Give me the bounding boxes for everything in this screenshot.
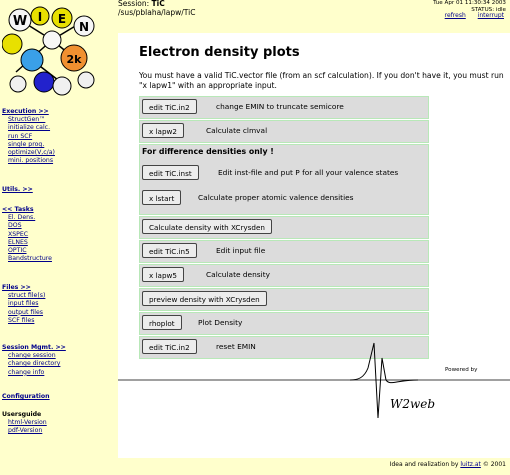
nav-optic[interactable]: OPTIC xyxy=(2,247,52,255)
footer-credit: Idea and realization by luitz.at © 2001 xyxy=(118,458,510,475)
step-row: x lapw5 Calculate density xyxy=(139,264,429,287)
nav-execution-head[interactable]: Execution >> xyxy=(2,108,55,116)
nav-initialize[interactable]: initialize calc. xyxy=(2,124,55,132)
intro-text: You must have a valid TiC.vector file (f… xyxy=(139,71,504,90)
nav-xspec[interactable]: XSPEC xyxy=(2,231,52,239)
svg-text:E: E xyxy=(58,12,66,26)
nav-utils: Utils. >> xyxy=(2,186,33,194)
nav-tasks-head[interactable]: << Tasks xyxy=(2,206,52,214)
nav-scf-files[interactable]: SCF files xyxy=(2,317,45,325)
session-info: Session: TiC /sus/pblaha/lapw/TiC xyxy=(118,0,195,17)
page-title: Electron density plots xyxy=(139,45,300,60)
wien2k-logo[interactable]: W I E N 2k xyxy=(2,2,102,100)
header: Session: TiC /sus/pblaha/lapw/TiC Tue Ap… xyxy=(118,0,510,30)
nav-run-scf[interactable]: run SCF xyxy=(2,133,55,141)
nav-execution: Execution >> StructGen™ initialize calc.… xyxy=(2,108,55,165)
nav-html-version[interactable]: html-Version xyxy=(2,419,47,427)
steps-list: edit TiC.in2 change EMIN to truncate sem… xyxy=(139,96,429,360)
step-row: Calculate density with XCrysden xyxy=(139,216,429,239)
step-desc: Edit input file xyxy=(216,246,266,255)
step-desc: Plot Density xyxy=(198,318,243,327)
nav-output-files[interactable]: output files xyxy=(2,309,45,317)
sidebar: W I E N 2k Execution >> StructGen™ initi… xyxy=(0,0,109,475)
nav-usersguide-head: Usersguide xyxy=(2,411,42,418)
nav-utils-head[interactable]: Utils. >> xyxy=(2,186,33,194)
step-row: edit TiC.in5 Edit input file xyxy=(139,240,429,263)
header-links: refresh interrupt xyxy=(435,12,504,19)
edit-in5-button[interactable]: edit TiC.in5 xyxy=(142,243,197,258)
nav-bandstructure[interactable]: Bandstructure xyxy=(2,255,52,263)
nav-files-head[interactable]: Files >> xyxy=(2,284,45,292)
x-lstart-button[interactable]: x lstart xyxy=(142,190,182,205)
svg-text:W: W xyxy=(13,14,27,29)
nav-dos[interactable]: DOS xyxy=(2,222,52,230)
step-row: x lapw2 Calculate clmval xyxy=(139,120,429,143)
nav-pdf-version[interactable]: pdf-Version xyxy=(2,427,47,435)
nav-input-files[interactable]: input files xyxy=(2,300,45,308)
session-path: /sus/pblaha/lapw/TiC xyxy=(118,7,196,17)
difference-note: For difference densities only ! xyxy=(142,147,274,156)
step-row: rhoplot Plot Density xyxy=(139,312,429,335)
powered-by: Powered by xyxy=(445,367,478,373)
nav-struct-files[interactable]: struct file(s) xyxy=(2,292,45,300)
nav-tasks: << Tasks El. Dens. DOS XSPEC ELNES OPTIC… xyxy=(2,206,52,263)
edit-in2-button[interactable]: edit TiC.in2 xyxy=(142,99,197,114)
nav-configuration-head[interactable]: Configuration xyxy=(2,393,50,401)
step-row: edit TiC.inst Edit inst-file and put P f… xyxy=(140,163,428,184)
x-lapw5-button[interactable]: x lapw5 xyxy=(142,267,184,282)
nav-el-dens[interactable]: El. Dens. xyxy=(2,214,52,222)
rhoplot-button[interactable]: rhoplot xyxy=(142,315,182,330)
svg-text:N: N xyxy=(79,20,89,34)
step-desc: Calculate density xyxy=(206,270,270,279)
nav-mini-positions[interactable]: mini. positions xyxy=(2,157,55,165)
step-desc: Calculate clmval xyxy=(206,126,268,135)
refresh-link[interactable]: refresh xyxy=(445,12,466,19)
main-panel: Electron density plots You must have a v… xyxy=(118,33,510,458)
step-desc: Edit inst-file and put P for all your va… xyxy=(218,168,399,177)
difference-densities-box: For difference densities only ! edit TiC… xyxy=(139,144,429,215)
step-row: preview density with XCrysden xyxy=(139,288,429,311)
nav-configuration: Configuration xyxy=(2,393,50,401)
nav-change-info[interactable]: change info xyxy=(2,369,66,377)
step-desc: Calculate proper atomic valence densitie… xyxy=(198,193,354,202)
w2web-wave-logo: W2web xyxy=(118,342,510,419)
xcrysden-preview-button[interactable]: preview density with XCrysden xyxy=(142,291,267,306)
footer-copyright: © 2001 xyxy=(482,461,506,468)
w2web-brand: W2web xyxy=(390,397,435,411)
x-lapw2-button[interactable]: x lapw2 xyxy=(142,123,184,138)
nav-single-prog[interactable]: single prog. xyxy=(2,141,55,149)
edit-inst-button[interactable]: edit TiC.inst xyxy=(142,165,199,180)
footer-credit-text: Idea and realization by xyxy=(389,461,459,468)
nav-optimize[interactable]: optimize(V,c/a) xyxy=(2,149,55,157)
interrupt-link[interactable]: interrupt xyxy=(478,12,504,19)
nav-usersguide: Usersguide html-Version pdf-Version xyxy=(2,411,47,436)
nav-session-mgmt: Session Mgmt. >> change session change d… xyxy=(2,344,66,377)
nav-elnes[interactable]: ELNES xyxy=(2,239,52,247)
xcrysden-calc-button[interactable]: Calculate density with XCrysden xyxy=(142,219,272,234)
header-datetime: Tue Apr 01 11:30:34 2003 xyxy=(433,0,506,6)
luitz-link[interactable]: luitz.at xyxy=(460,461,481,468)
nav-change-session[interactable]: change session xyxy=(2,352,66,360)
step-row: x lstart Calculate proper atomic valence… xyxy=(140,188,428,209)
step-desc: change EMIN to truncate semicore xyxy=(216,102,344,111)
nav-structgen[interactable]: StructGen™ xyxy=(2,116,55,124)
step-row: edit TiC.in2 change EMIN to truncate sem… xyxy=(139,96,429,119)
nav-files: Files >> struct file(s) input files outp… xyxy=(2,284,45,325)
nav-session-mgmt-head[interactable]: Session Mgmt. >> xyxy=(2,344,66,352)
nav-change-directory[interactable]: change directory xyxy=(2,360,66,368)
svg-text:I: I xyxy=(38,10,42,24)
svg-text:2k: 2k xyxy=(67,53,83,66)
